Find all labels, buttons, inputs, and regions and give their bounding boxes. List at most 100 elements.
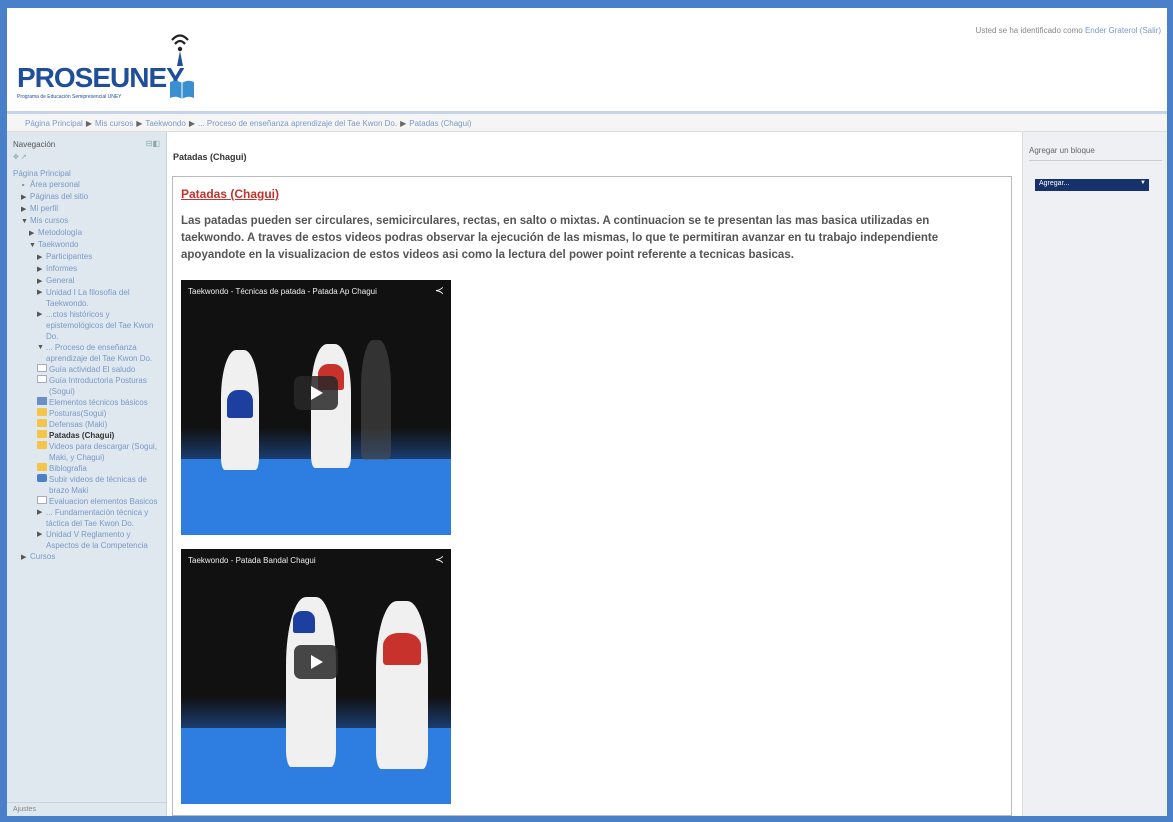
content-title: Patadas (Chagui)	[181, 187, 280, 201]
chevron-right-icon: ▶	[37, 266, 43, 273]
breadcrumb: Página Principal ▶ Mis cursos ▶ Taekwondo ▶..…	[7, 114, 1167, 132]
document-icon	[37, 364, 47, 372]
breadcrumb-separator: ▶	[136, 119, 143, 128]
nav-item-site-pages[interactable]: ▶ Páginas del sitio	[13, 191, 160, 203]
nav-item-defenses[interactable]: Defensas (Maki)	[13, 419, 160, 430]
chevron-right-icon: ▶	[37, 289, 43, 296]
nav-item-evaluation[interactable]: Evaluacion elementos Basicos	[13, 496, 160, 507]
nav-item-greeting-guide[interactable]: Guía actividad El saludo	[13, 364, 160, 375]
quiz-icon	[37, 397, 47, 405]
chevron-right-icon: ▶	[37, 531, 43, 538]
chevron-down-icon: ▼	[1140, 180, 1146, 186]
breadcrumb-current[interactable]: Patadas (Chagui)	[409, 119, 471, 128]
chevron-right-icon: ▶	[37, 509, 43, 516]
nav-item-my-profile[interactable]: ▶ Mi perfil	[13, 203, 160, 215]
navigation-block-header: Navegación ⊟◧ ✥ ↗	[7, 132, 166, 168]
nav-item-download-videos[interactable]: Videos para descargar (Sogui, Maki, y Ch…	[13, 441, 160, 463]
upload-icon	[37, 474, 47, 482]
nav-item-methodology[interactable]: ▶ Metodología	[13, 227, 160, 239]
chevron-right-icon: ▶	[37, 311, 43, 318]
nav-item-technical-elements[interactable]: Elementos técnicos básicos	[13, 397, 160, 408]
login-info: Usted se ha identificado como Ender Grat…	[976, 26, 1161, 35]
nav-item-unit-5[interactable]: ▶ Unidad V Reglamento y Aspectos de la Co…	[13, 529, 160, 551]
chevron-right-icon: ▶	[37, 278, 43, 285]
chevron-right-icon: ▶	[21, 194, 27, 201]
nav-item-postures[interactable]: Posturas(Sogui)	[13, 408, 160, 419]
nav-item-bibliography[interactable]: Biblografia	[13, 463, 160, 474]
breadcrumb-home[interactable]: Página Principal	[25, 119, 83, 128]
nav-item-foundation[interactable]: ▶... Fundamentación técnica y táctica de…	[13, 507, 160, 529]
folder-icon	[37, 430, 47, 438]
site-logo[interactable]: PROSEUNEY Programa de Educación Semipres…	[17, 26, 197, 108]
chevron-right-icon: ▶	[29, 230, 35, 237]
logo-text: PROSEUNEY	[17, 62, 185, 93]
nav-item-courses[interactable]: ▶ Cursos	[13, 551, 160, 563]
video-player[interactable]: Taekwondo - Técnicas de patada - Patada …	[181, 280, 451, 535]
folder-icon	[37, 419, 47, 427]
right-sidebar: Agregar un bloque Agregar... ▼	[1022, 132, 1167, 816]
breadcrumb-section[interactable]: ... Proceso de enseñanza aprendizaje del…	[198, 119, 397, 128]
block-controls-icon[interactable]: ⊟◧	[146, 139, 160, 148]
play-button[interactable]	[294, 376, 338, 410]
content-description: Las patadas pueden ser circulares, semic…	[181, 215, 939, 261]
document-icon	[37, 496, 47, 504]
left-sidebar: Navegación ⊟◧ ✥ ↗ Página Principal ∘ Área…	[7, 132, 167, 816]
chevron-down-icon: ▼	[21, 218, 28, 225]
nav-item-dashboard[interactable]: ∘ Área personal	[13, 179, 160, 191]
breadcrumb-my-courses[interactable]: Mis cursos	[95, 119, 133, 128]
video-fighter-guard	[383, 633, 421, 665]
book-icon	[170, 80, 194, 99]
chevron-right-icon: ▶	[37, 254, 43, 261]
site-header: PROSEUNEY Programa de Educación Semipres…	[7, 8, 1167, 112]
nav-item-historical[interactable]: ▶ ...ctos históricos y epistemológicos de…	[13, 309, 160, 342]
content-box: Patadas (Chagui) Las patadas pueden ser …	[172, 176, 1012, 816]
nav-item-upload-videos[interactable]: Subir videos de técnicas de brazo Maki	[13, 474, 160, 496]
video-title: Taekwondo - Técnicas de patada - Patada …	[188, 287, 377, 296]
video-title: Taekwondo - Patada Bandal Chagui	[188, 556, 316, 565]
page-title: Patadas (Chagui)	[173, 152, 247, 162]
navigation-title: Navegación	[13, 140, 56, 149]
login-prefix: Usted se ha identificado como	[975, 26, 1083, 35]
nav-item-unit-1[interactable]: ▶ Unidad I La filosofía del Taekwondo.	[13, 287, 160, 309]
add-block-select[interactable]: Agregar... ▼	[1035, 179, 1149, 191]
add-block-divider	[1029, 160, 1162, 161]
share-icon[interactable]: ≺	[435, 284, 444, 297]
nav-item-participants[interactable]: ▶ Participantes	[13, 251, 160, 263]
nav-item-teaching-process[interactable]: ▼... Proceso de enseñanza aprendizaje de…	[13, 342, 160, 364]
breadcrumb-separator: ▶	[188, 119, 195, 128]
breadcrumb-course[interactable]: Taekwondo	[145, 119, 185, 128]
folder-icon	[37, 441, 47, 449]
settings-block-header: Ajustes	[7, 802, 167, 816]
chevron-right-icon: ▶	[21, 554, 27, 561]
nav-item-home[interactable]: Página Principal	[13, 168, 160, 179]
bullet-icon: ∘	[21, 182, 26, 189]
video-floor	[181, 458, 451, 535]
nav-item-taekwondo[interactable]: ▼ Taekwondo	[13, 239, 160, 251]
folder-icon	[37, 408, 47, 416]
breadcrumb-separator: ▶	[85, 119, 92, 128]
nav-item-postures-guide[interactable]: Guía Introductoria Posturas (Sogui)	[13, 375, 160, 397]
settings-title: Ajustes	[13, 806, 36, 813]
logout-link[interactable]: (Salir)	[1140, 26, 1161, 35]
video-fighter-head	[293, 611, 315, 633]
add-block-title: Agregar un bloque	[1029, 146, 1095, 155]
browser-frame: PROSEUNEY Programa de Educación Semipres…	[7, 8, 1167, 816]
breadcrumb-separator: ▶	[400, 119, 407, 128]
add-block-select-value: Agregar...	[1039, 180, 1070, 187]
user-profile-link[interactable]: Ender Graterol	[1085, 26, 1137, 35]
video-player[interactable]: Taekwondo - Patada Bandal Chagui ≺	[181, 549, 451, 804]
share-icon[interactable]: ≺	[435, 553, 444, 566]
play-button[interactable]	[294, 645, 338, 679]
navigation-tree: Página Principal ∘ Área personal ▶ Páginas…	[7, 168, 166, 563]
folder-icon	[37, 463, 47, 471]
nav-item-kicks-current[interactable]: Patadas (Chagui)	[13, 430, 160, 441]
nav-item-my-courses[interactable]: ▼ Mis cursos	[13, 215, 160, 227]
nav-item-general[interactable]: ▶ General	[13, 275, 160, 287]
move-icon[interactable]: ✥ ↗	[13, 153, 160, 161]
main-content: Patadas (Chagui) Patadas (Chagui) Las pa…	[167, 132, 1022, 816]
document-icon	[37, 375, 47, 383]
video-fighter-ghost	[361, 340, 391, 460]
chevron-down-icon: ▼	[29, 242, 36, 249]
nav-item-reports[interactable]: ▶ Informes	[13, 263, 160, 275]
chevron-right-icon: ▶	[21, 206, 27, 213]
